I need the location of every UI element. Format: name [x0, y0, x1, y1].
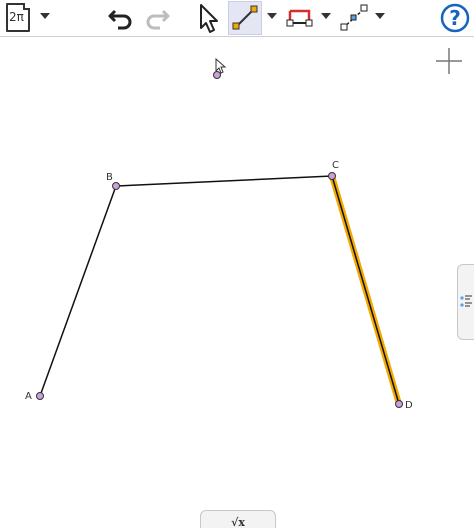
segment-tool-icon — [232, 5, 258, 30]
point-label-a: A — [25, 391, 32, 402]
segment-cd[interactable] — [331, 175, 400, 405]
algebra-input-tab[interactable]: √x — [200, 510, 276, 529]
line-tool-dropdown-icon[interactable] — [375, 13, 385, 19]
segment-bc[interactable] — [115, 175, 333, 187]
graphics-canvas[interactable] — [0, 37, 474, 528]
help-icon[interactable]: ? — [440, 2, 472, 34]
undo-icon[interactable] — [106, 2, 136, 34]
free-point[interactable] — [213, 71, 221, 79]
point-a[interactable] — [36, 392, 44, 400]
file-menu-dropdown-icon[interactable] — [40, 13, 50, 19]
polygon-tool-dropdown-icon[interactable] — [321, 13, 331, 19]
point-label-d: D — [405, 400, 413, 411]
segment-tool-dropdown-icon[interactable] — [267, 13, 277, 19]
toolbar: 2π ? — [0, 0, 474, 37]
point-label-c: C — [332, 160, 339, 171]
segment-ab[interactable] — [39, 185, 117, 397]
sqrt-x-icon: √x — [231, 516, 245, 529]
move-pointer-icon[interactable] — [196, 2, 222, 34]
redo-icon[interactable] — [142, 2, 172, 34]
point-d[interactable] — [395, 400, 403, 408]
point-c[interactable] — [328, 172, 336, 180]
add-view-icon[interactable] — [436, 48, 462, 74]
list-view-icon — [460, 295, 472, 307]
line-through-points-icon[interactable] — [340, 2, 368, 34]
mouse-cursor-icon — [215, 57, 227, 74]
svg-text:?: ? — [449, 6, 461, 30]
polygon-tool-icon[interactable] — [286, 2, 314, 34]
segment-tool-button[interactable] — [228, 1, 262, 35]
file-menu-label: 2π — [9, 10, 24, 24]
side-panel-toggle[interactable] — [457, 264, 474, 340]
file-menu-button[interactable]: 2π — [4, 2, 34, 34]
point-b[interactable] — [112, 182, 120, 190]
point-label-b: B — [106, 172, 113, 183]
